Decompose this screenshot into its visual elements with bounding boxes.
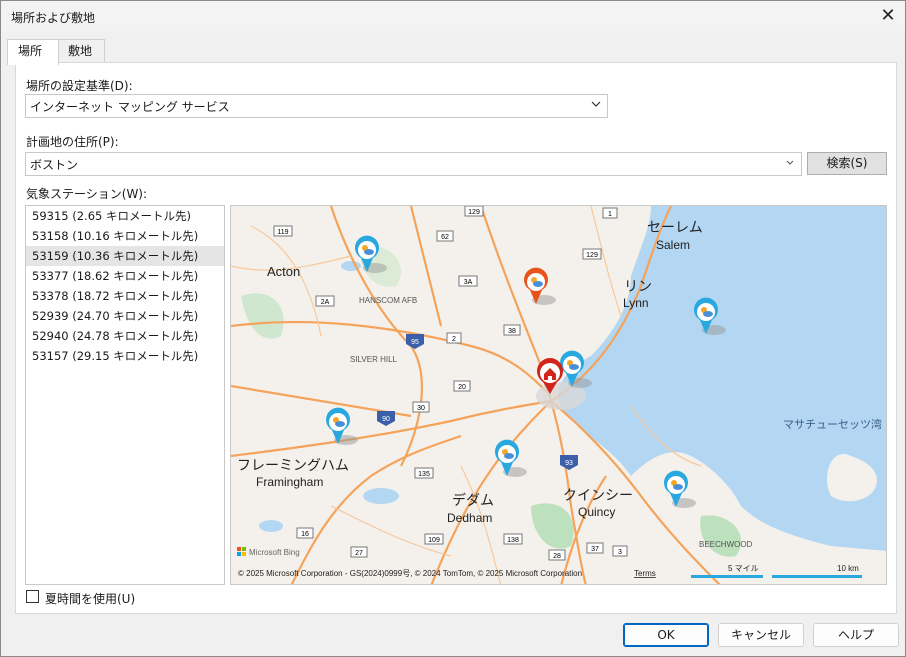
route-shield-label: 30 [417,405,425,412]
place-label-lynn: Lynn [623,296,649,310]
route-shield-label: 2A [321,299,330,306]
route-shield-label: 28 [553,553,561,560]
route-shield-label: 109 [428,537,440,544]
route-shield-label: 138 [507,537,519,544]
route-shield-label: 62 [441,234,449,241]
route-shield-label: 129 [586,252,598,259]
microsoft-logo-icon [242,547,246,551]
lake [259,520,283,532]
route-shield-label: 3A [464,279,473,286]
place-label-framingham-jp: フレーミングハム [237,457,349,473]
title-bar: 場所および敷地 ✕ [1,1,905,31]
place-label-hanscom: HANSCOM AFB [359,296,417,305]
window-title: 場所および敷地 [11,11,96,25]
microsoft-logo-icon [237,547,241,551]
map-canvas[interactable]: 129 1 119 62 129 3A 2A 95 2 38 20 90 30 … [231,206,887,585]
close-icon[interactable]: ✕ [871,1,905,31]
station-item[interactable]: 53157 (29.15 キロメートル先) [26,346,224,366]
place-label-framingham: Framingham [256,475,323,489]
scale-bar-km [772,575,862,578]
chevron-down-icon [786,160,794,165]
place-label-dedham-jp: デダム [452,492,494,508]
route-shield-label: 16 [301,531,309,538]
place-label-dedham: Dedham [447,511,492,525]
chevron-down-icon [591,101,601,107]
route-shield-label: 27 [355,550,363,557]
route-shield-label: 93 [565,460,573,467]
search-button[interactable]: 検索(S) [807,152,887,175]
dst-label: 夏時間を使用(U) [45,592,136,606]
address-value: ボストン [30,158,79,172]
address-combobox[interactable]: ボストン [25,152,802,176]
station-item[interactable]: 59315 (2.65 キロメートル先) [26,206,224,226]
route-shield-label: 129 [468,209,480,216]
route-shield-label: 38 [508,328,516,335]
place-label-acton: Acton [267,264,300,279]
tab-location[interactable]: 場所 [7,39,59,65]
cancel-button[interactable]: キャンセル [718,623,804,647]
station-item[interactable]: 52940 (24.78 キロメートル先) [26,326,224,346]
station-item[interactable]: 52939 (24.70 キロメートル先) [26,306,224,326]
place-label-quincy-jp: クインシー [563,487,633,503]
route-shield-label: 135 [418,471,430,478]
place-label-lynn-jp: リン [624,278,652,294]
route-shield-label: 119 [277,229,288,236]
place-label-silver-hill: SILVER HILL [350,355,398,364]
tab-site[interactable]: 敷地 [57,39,105,63]
lake [363,488,399,504]
route-shield-label: 3 [618,549,622,556]
station-item[interactable]: 53158 (10.16 キロメートル先) [26,226,224,246]
location-basis-label: 場所の設定基準(D): [26,79,133,93]
scale-km-label: 10 km [837,564,859,573]
location-basis-value: インターネット マッピング サービス [30,100,230,114]
bing-brand: Microsoft Bing [249,548,300,557]
dst-checkbox[interactable] [26,590,39,603]
microsoft-logo-icon [237,552,241,556]
terms-link[interactable]: Terms [634,569,656,578]
microsoft-logo-icon [242,552,246,556]
place-label-salem: Salem [656,238,690,252]
place-label-salem-jp: セーレム [647,219,703,235]
map-copyright: © 2025 Microsoft Corporation - GS(2024)0… [238,569,582,578]
place-label-beechwood: BEECHWOOD [699,540,753,549]
weather-station-list[interactable]: 59315 (2.65 キロメートル先) 53158 (10.16 キロメートル… [25,205,225,585]
station-item-selected[interactable]: 53159 (10.36 キロメートル先) [26,246,224,266]
address-label: 計画地の住所(P): [26,135,119,149]
ok-button[interactable]: OK [623,623,709,647]
scale-bar-miles [691,575,763,578]
scale-miles-label: 5 マイル [728,564,759,573]
weather-stations-label: 気象ステーション(W): [26,187,148,201]
map-view[interactable]: 129 1 119 62 129 3A 2A 95 2 38 20 90 30 … [230,205,887,585]
station-item[interactable]: 53377 (18.62 キロメートル先) [26,266,224,286]
route-shield-label: 1 [608,211,612,218]
route-shield-label: 20 [458,384,466,391]
help-button[interactable]: ヘルプ [813,623,899,647]
dialog-window: 場所および敷地 ✕ 場所 敷地 場所の設定基準(D): インターネット マッピン… [0,0,906,657]
route-shield-label: 95 [411,339,419,346]
location-basis-dropdown[interactable]: インターネット マッピング サービス [25,94,608,118]
route-shield-label: 90 [382,416,390,423]
station-item[interactable]: 53378 (18.72 キロメートル先) [26,286,224,306]
place-label-quincy: Quincy [578,505,615,519]
place-label-bay: マサチューセッツ湾 [783,417,882,431]
route-shield-label: 2 [452,336,456,343]
route-shield-label: 37 [591,546,599,553]
